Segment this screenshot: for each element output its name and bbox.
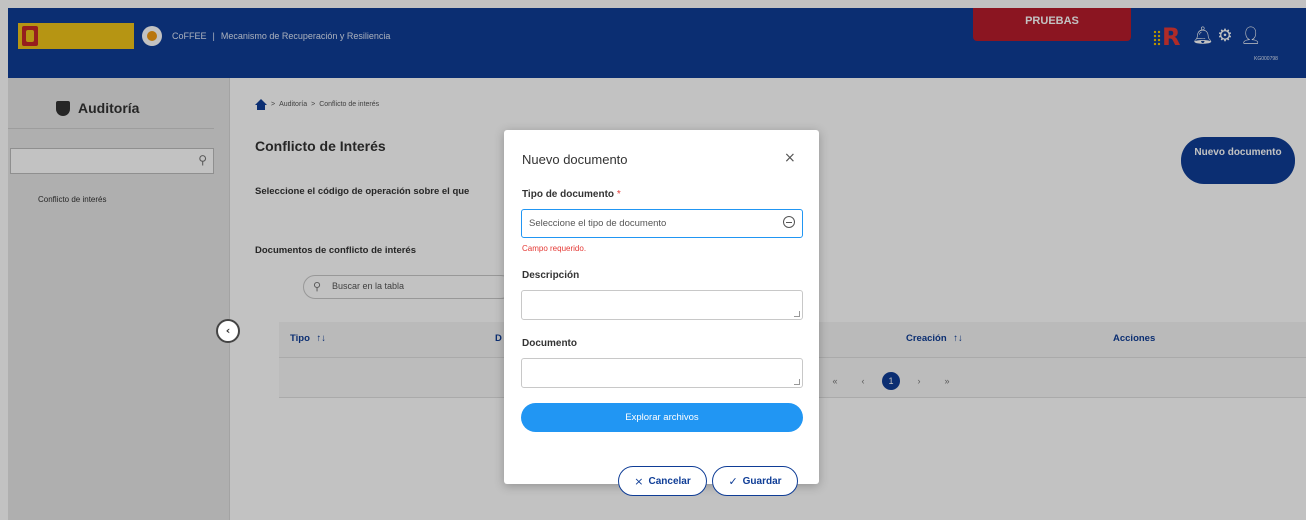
cancel-button[interactable]: × Cancelar <box>618 466 707 496</box>
document-type-placeholder: Seleccione el tipo de documento <box>529 218 667 229</box>
save-button[interactable]: ✓ Guardar <box>712 466 798 496</box>
browse-files-button[interactable]: Explorar archivos <box>521 403 803 432</box>
document-label: Documento <box>522 338 577 349</box>
document-type-label: Tipo de documento * <box>522 189 621 200</box>
collapse-sidebar-button[interactable]: ‹ <box>216 319 240 343</box>
check-icon: ✓ <box>728 474 738 488</box>
dialog-title: Nuevo documento <box>522 152 628 167</box>
clear-selection-icon[interactable] <box>783 216 795 228</box>
document-type-select[interactable]: Seleccione el tipo de documento <box>521 209 803 238</box>
cancel-button-label: Cancelar <box>648 475 691 487</box>
document-type-error: Campo requerido. <box>522 244 587 253</box>
description-label: Descripción <box>522 270 580 281</box>
required-mark: * <box>616 189 621 200</box>
document-textarea[interactable] <box>521 358 803 388</box>
new-document-dialog: Nuevo documento × Tipo de documento * Se… <box>504 130 819 496</box>
save-button-label: Guardar <box>742 475 782 487</box>
close-icon[interactable]: × <box>784 150 796 166</box>
description-textarea[interactable] <box>521 290 803 320</box>
document-type-label-text: Tipo de documento <box>522 189 615 200</box>
close-icon: × <box>634 474 644 488</box>
